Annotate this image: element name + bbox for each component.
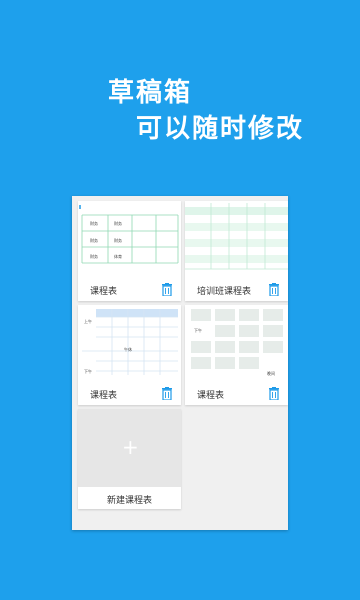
- draft-card-schedule-1[interactable]: 财务 财务 财务 财务 财务 体育 课程表: [78, 201, 181, 301]
- grid-preview: [185, 201, 288, 273]
- trash-icon[interactable]: [162, 387, 172, 400]
- cell-text: 财务: [90, 254, 98, 259]
- schedule-thumbnail: [185, 201, 288, 273]
- grid-preview: [78, 305, 181, 377]
- grid-preview: [78, 201, 181, 273]
- schedule-thumbnail: 上午 午休 下午: [78, 305, 181, 377]
- card-label: 课程表: [90, 287, 118, 297]
- promo-title-line1: 草稿箱: [108, 78, 193, 108]
- cell-text: 体育: [114, 254, 122, 259]
- card-label: 培训班课程表: [197, 287, 252, 297]
- cell-text: 财务: [90, 238, 98, 243]
- row-label: 上午: [84, 319, 92, 324]
- new-schedule-card[interactable]: + 新建课程表: [78, 409, 181, 509]
- trash-icon[interactable]: [269, 283, 279, 296]
- trash-icon[interactable]: [269, 387, 279, 400]
- draft-card-training-schedule[interactable]: 培训班课程表: [185, 201, 288, 301]
- card-label: 课程表: [197, 391, 225, 401]
- grid-preview: [185, 305, 288, 377]
- row-label: 下午: [194, 328, 202, 333]
- row-label: 下午: [84, 369, 92, 374]
- plus-icon[interactable]: +: [122, 437, 139, 457]
- new-schedule-label: 新建课程表: [106, 496, 152, 506]
- row-label: 午休: [124, 347, 132, 352]
- drafts-panel: 财务 财务 财务 财务 财务 体育 课程表 培训班课程表 上午 午休 下午 课程…: [72, 196, 288, 530]
- schedule-thumbnail: 下午 晚间: [185, 305, 288, 377]
- draft-card-schedule-2[interactable]: 上午 午休 下午 课程表: [78, 305, 181, 405]
- cell-text: 财务: [90, 221, 98, 226]
- promo-title-line2: 可以随时修改: [136, 114, 305, 144]
- trash-icon[interactable]: [162, 283, 172, 296]
- cell-text: 财务: [114, 238, 122, 243]
- card-label: 课程表: [90, 391, 118, 401]
- schedule-thumbnail: 财务 财务 财务 财务 财务 体育: [78, 201, 181, 273]
- new-schedule-placeholder[interactable]: +: [78, 409, 181, 487]
- row-label: 晚间: [267, 371, 275, 376]
- draft-card-schedule-3[interactable]: 下午 晚间 课程表: [185, 305, 288, 405]
- cell-text: 财务: [114, 221, 122, 226]
